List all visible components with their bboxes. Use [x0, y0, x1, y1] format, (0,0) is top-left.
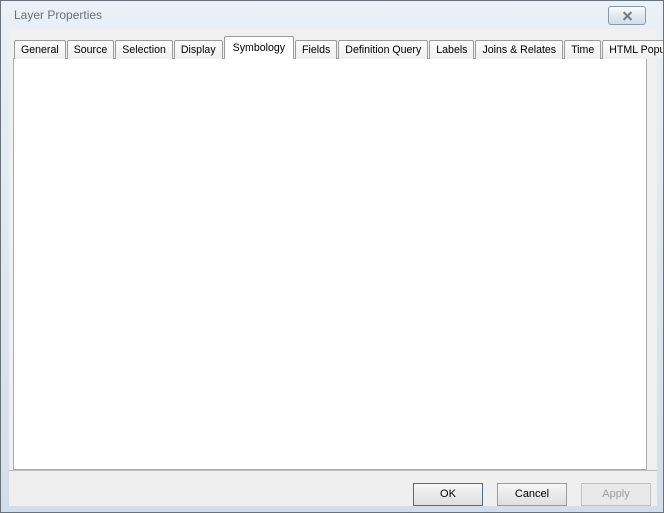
close-icon — [622, 10, 633, 21]
tab-fields[interactable]: Fields — [295, 40, 337, 59]
symbology-tab-page — [13, 58, 647, 470]
tab-source[interactable]: Source — [67, 40, 115, 59]
title-bar[interactable]: Layer Properties — [1, 1, 663, 29]
layer-properties-dialog: Layer Properties General Source Selectio… — [0, 0, 664, 513]
dialog-button-bar: OK Cancel Apply — [9, 470, 657, 506]
window-title: Layer Properties — [14, 8, 102, 22]
cancel-button[interactable]: Cancel — [497, 483, 567, 506]
tab-strip: General Source Selection Display Symbolo… — [14, 37, 664, 59]
tab-joins-relates[interactable]: Joins & Relates — [475, 40, 563, 59]
tab-selection[interactable]: Selection — [115, 40, 173, 59]
tab-definition-query[interactable]: Definition Query — [338, 40, 428, 59]
tab-time[interactable]: Time — [564, 40, 601, 59]
tab-html-popup[interactable]: HTML Popup — [602, 40, 664, 59]
apply-button[interactable]: Apply — [581, 483, 651, 506]
ok-button[interactable]: OK — [413, 483, 483, 506]
close-button[interactable] — [608, 6, 646, 25]
tab-general[interactable]: General — [14, 40, 66, 59]
tab-labels[interactable]: Labels — [429, 40, 474, 59]
tab-display[interactable]: Display — [174, 40, 223, 59]
tab-symbology[interactable]: Symbology — [224, 36, 294, 59]
